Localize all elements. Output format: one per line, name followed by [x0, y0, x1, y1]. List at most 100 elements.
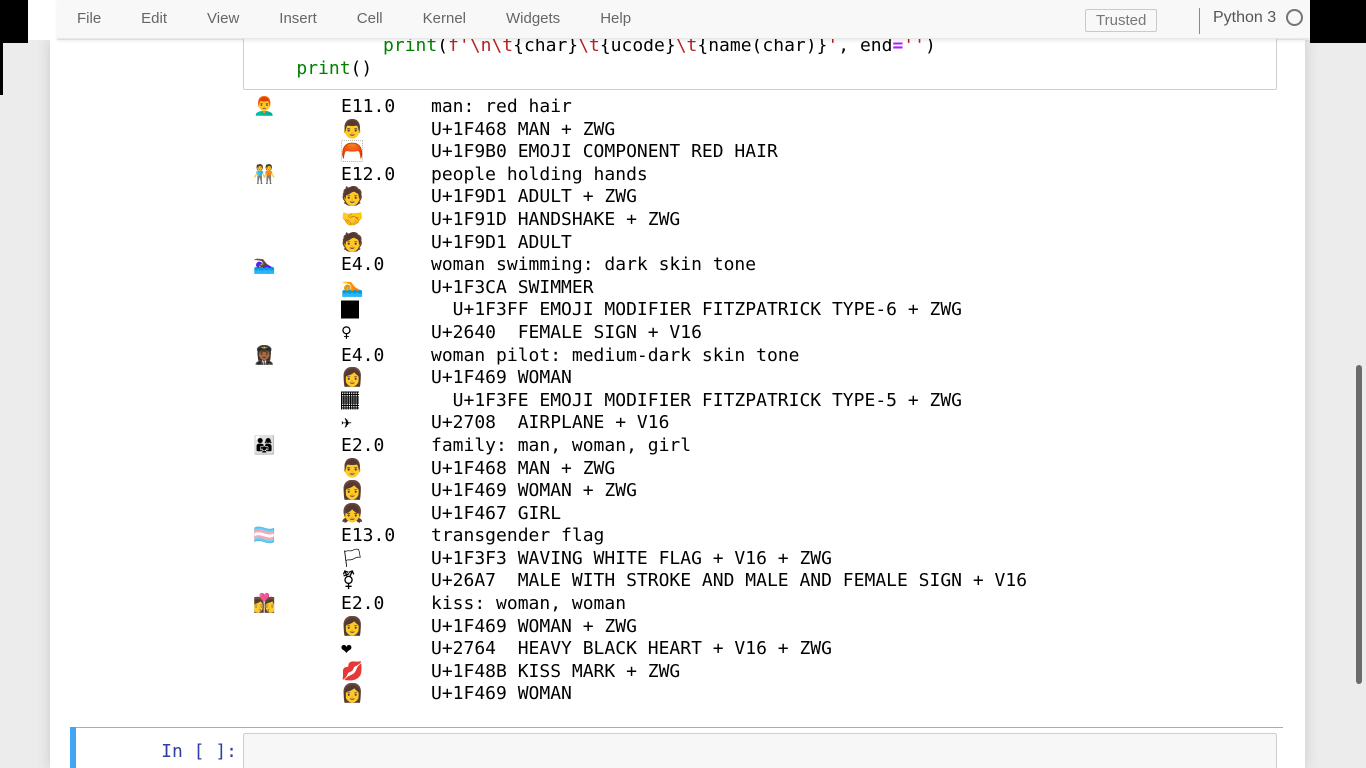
output-line: 🧑U+1F9D1 ADULT — [253, 232, 1027, 255]
component-emoji-glyph: 🤝 — [341, 209, 431, 232]
codepoint-description: U+2708 AIRPLANE + V16 — [431, 412, 1027, 435]
codepoint-description: U+1F3FF EMOJI MODIFIER FITZPATRICK TYPE-… — [431, 299, 1027, 322]
emoji-sequence-glyph — [253, 186, 341, 209]
emoji-sequence-glyph — [253, 683, 341, 706]
cell-output-area: 👨‍🦰E11.0man: red hair👨U+1F468 MAN + ZWG🦰… — [253, 96, 1027, 706]
emoji-sequence-glyph — [253, 209, 341, 232]
output-line: 👩U+1F469 WOMAN — [253, 683, 1027, 706]
codepoint-description: woman pilot: medium-dark skin tone — [431, 345, 1027, 368]
emoji-version-label: E4.0 — [341, 345, 431, 368]
output-line: 👩U+1F469 WOMAN + ZWG — [253, 616, 1027, 639]
emoji-sequence-glyph — [253, 458, 341, 481]
output-line: 🏊U+1F3CA SWIMMER — [253, 277, 1027, 300]
menu-item-help[interactable]: Help — [580, 0, 651, 38]
cell-divider-line — [76, 727, 1283, 728]
codepoint-description: U+1F469 WOMAN + ZWG — [431, 616, 1027, 639]
component-emoji-glyph: 👩 — [341, 367, 431, 390]
emoji-sequence-glyph — [253, 480, 341, 503]
menu-bar: FileEditViewInsertCellKernelWidgetsHelp … — [57, 0, 1310, 39]
emoji-sequence-glyph — [253, 548, 341, 571]
empty-cell-input[interactable] — [243, 733, 1277, 768]
codepoint-description: U+1F9D1 ADULT + ZWG — [431, 186, 1027, 209]
codepoint-description: U+1F3FE EMOJI MODIFIER FITZPATRICK TYPE-… — [431, 390, 1027, 413]
screen-corner-left — [0, 0, 28, 43]
component-emoji-glyph: 🏊 — [341, 277, 431, 300]
codepoint-description: U+1F9B0 EMOJI COMPONENT RED HAIR — [431, 141, 1027, 164]
emoji-version-label: E4.0 — [341, 254, 431, 277]
emoji-version-label: E2.0 — [341, 435, 431, 458]
emoji-sequence-glyph — [253, 232, 341, 255]
output-line: 👩U+1F469 WOMAN — [253, 367, 1027, 390]
emoji-sequence-glyph: 👩‍❤️‍💋‍👩 — [253, 593, 341, 616]
menu-item-kernel[interactable]: Kernel — [403, 0, 486, 38]
output-line: 👩U+1F469 WOMAN + ZWG — [253, 480, 1027, 503]
emoji-sequence-glyph — [253, 322, 341, 345]
output-line: 🏾 U+1F3FE EMOJI MODIFIER FITZPATRICK TYP… — [253, 390, 1027, 413]
menu-item-edit[interactable]: Edit — [121, 0, 187, 38]
component-emoji-glyph: 👩 — [341, 683, 431, 706]
codepoint-description: woman swimming: dark skin tone — [431, 254, 1027, 277]
output-line: 🧑U+1F9D1 ADULT + ZWG — [253, 186, 1027, 209]
codepoint-description: U+26A7 MALE WITH STROKE AND MALE AND FEM… — [431, 570, 1027, 593]
kernel-separator — [1199, 8, 1200, 34]
emoji-version-label: E11.0 — [341, 96, 431, 119]
component-emoji-glyph: 🦰 — [341, 141, 431, 164]
output-line: 💋U+1F48B KISS MARK + ZWG — [253, 661, 1027, 684]
emoji-sequence-glyph: 🏳️‍⚧️ — [253, 525, 341, 548]
component-emoji-glyph: 👧 — [341, 503, 431, 526]
menu-item-cell[interactable]: Cell — [337, 0, 403, 38]
menu-item-widgets[interactable]: Widgets — [486, 0, 580, 38]
codepoint-description: U+2764 HEAVY BLACK HEART + V16 + ZWG — [431, 638, 1027, 661]
code-cell-input[interactable]: print(f'\n\t{char}\t{ucode}\t{name(char)… — [243, 30, 1277, 90]
component-emoji-glyph: 🏳 — [341, 548, 431, 571]
component-emoji-glyph: 🧑 — [341, 186, 431, 209]
output-line: 👨U+1F468 MAN + ZWG — [253, 119, 1027, 142]
output-line: 🏳️‍⚧️E13.0transgender flag — [253, 525, 1027, 548]
output-line: ❤U+2764 HEAVY BLACK HEART + V16 + ZWG — [253, 638, 1027, 661]
component-emoji-glyph: ⚧ — [341, 570, 431, 593]
output-line: 👧U+1F467 GIRL — [253, 503, 1027, 526]
emoji-sequence-glyph — [253, 299, 341, 322]
output-line: 🏊🏿‍♀️E4.0woman swimming: dark skin tone — [253, 254, 1027, 277]
component-emoji-glyph: ♀ — [341, 322, 431, 345]
emoji-version-label: E13.0 — [341, 525, 431, 548]
menu-item-insert[interactable]: Insert — [259, 0, 337, 38]
output-line: 👩🏾‍✈️E4.0woman pilot: medium-dark skin t… — [253, 345, 1027, 368]
jupyter-notebook-screen: print(f'\n\t{char}\t{ucode}\t{name(char)… — [0, 0, 1366, 768]
component-emoji-glyph: 👩 — [341, 480, 431, 503]
emoji-version-label: E2.0 — [341, 593, 431, 616]
component-emoji-glyph: 💋 — [341, 661, 431, 684]
emoji-sequence-glyph — [253, 119, 341, 142]
output-line: 🏿 U+1F3FF EMOJI MODIFIER FITZPATRICK TYP… — [253, 299, 1027, 322]
codepoint-description: people holding hands — [431, 164, 1027, 187]
menubar-underlay — [28, 0, 57, 40]
emoji-sequence-glyph — [253, 141, 341, 164]
component-emoji-glyph: 🏿 — [341, 299, 431, 322]
codepoint-description: U+1F91D HANDSHAKE + ZWG — [431, 209, 1027, 232]
component-emoji-glyph: 🏾 — [341, 390, 431, 413]
codepoint-description: U+1F9D1 ADULT — [431, 232, 1027, 255]
codepoint-description: family: man, woman, girl — [431, 435, 1027, 458]
emoji-sequence-glyph — [253, 661, 341, 684]
output-line: ♀U+2640 FEMALE SIGN + V16 — [253, 322, 1027, 345]
emoji-version-label: E12.0 — [341, 164, 431, 187]
scrollbar-thumb[interactable] — [1356, 365, 1362, 684]
codepoint-description: U+1F48B KISS MARK + ZWG — [431, 661, 1027, 684]
codepoint-description: U+2640 FEMALE SIGN + V16 — [431, 322, 1027, 345]
emoji-sequence-glyph — [253, 390, 341, 413]
emoji-sequence-glyph: 👨‍🦰 — [253, 96, 341, 119]
codepoint-description: transgender flag — [431, 525, 1027, 548]
menu-item-file[interactable]: File — [57, 0, 121, 38]
kernel-idle-circle-icon — [1286, 9, 1303, 26]
codepoint-description: U+1F468 MAN + ZWG — [431, 119, 1027, 142]
output-line: 👩‍❤️‍💋‍👩E2.0kiss: woman, woman — [253, 593, 1027, 616]
output-line: ✈U+2708 AIRPLANE + V16 — [253, 412, 1027, 435]
code-line: print() — [253, 58, 936, 81]
emoji-sequence-glyph — [253, 277, 341, 300]
output-line: 🧑‍🤝‍🧑E12.0people holding hands — [253, 164, 1027, 187]
kernel-name-label: Python 3 — [1213, 9, 1276, 27]
trusted-button[interactable]: Trusted — [1085, 9, 1157, 32]
screen-edge-sliver — [0, 40, 3, 95]
code-editor[interactable]: print(f'\n\t{char}\t{ucode}\t{name(char)… — [253, 35, 936, 80]
menu-item-view[interactable]: View — [187, 0, 259, 38]
